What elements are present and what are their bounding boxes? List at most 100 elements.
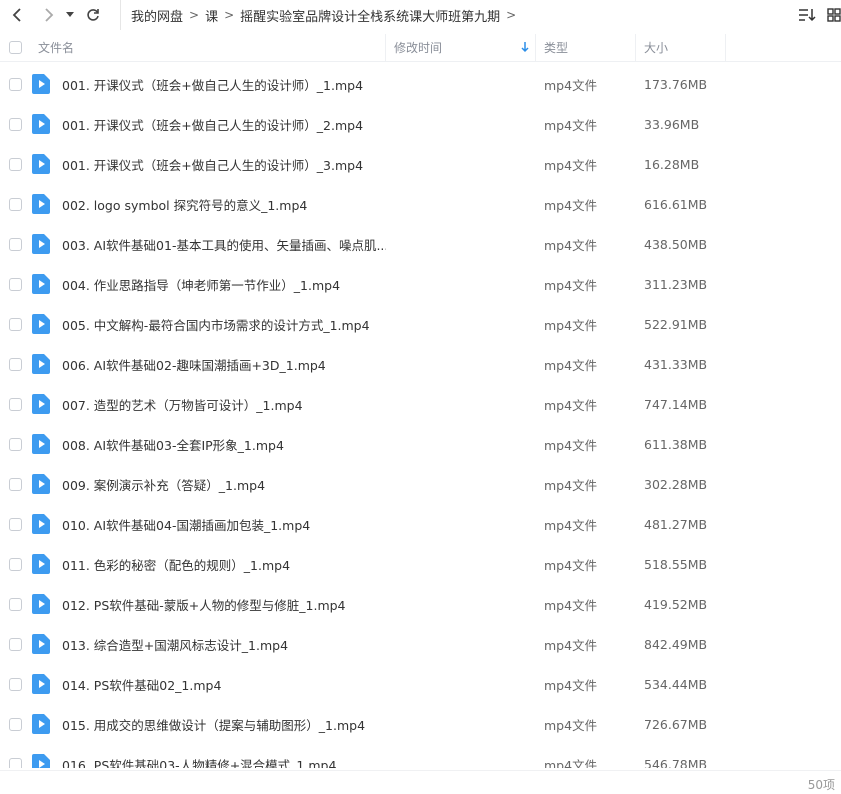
- file-row[interactable]: 005. 中文解构-最符合国内市场需求的设计方式_1.mp4 mp4文件 522.9…: [0, 304, 841, 344]
- back-button[interactable]: [4, 0, 30, 30]
- row-checkbox[interactable]: [8, 237, 22, 251]
- breadcrumb-separator[interactable]: >: [506, 8, 516, 22]
- row-checkbox-cell: [0, 557, 30, 571]
- row-checkbox[interactable]: [8, 757, 22, 768]
- file-row[interactable]: 001. 开课仪式（班会+做自己人生的设计师）_3.mp4 mp4文件 16.28M…: [0, 144, 841, 184]
- video-file-icon: [32, 354, 50, 374]
- breadcrumb: 我的网盘 > 课 > 摇醒实验室品牌设计全栈系统课大师班第九期 >: [120, 0, 522, 30]
- file-name[interactable]: 001. 开课仪式（班会+做自己人生的设计师）_3.mp4: [62, 155, 386, 174]
- row-checkbox[interactable]: [8, 277, 22, 291]
- row-checkbox[interactable]: [8, 437, 22, 451]
- file-row[interactable]: 015. 用成交的思维做设计（提案与辅助图形）_1.mp4 mp4文件 726.67…: [0, 704, 841, 744]
- breadcrumb-separator: >: [189, 8, 200, 22]
- file-name[interactable]: 014. PS软件基础02_1.mp4: [62, 675, 386, 694]
- row-checkbox[interactable]: [8, 597, 22, 611]
- column-modified[interactable]: 修改时间: [386, 33, 536, 62]
- file-row[interactable]: 014. PS软件基础02_1.mp4 mp4文件 534.44MB: [0, 664, 841, 704]
- file-type-cell: [30, 234, 62, 254]
- file-name[interactable]: 004. 作业思路指导（坤老师第一节作业）_1.mp4: [62, 275, 386, 294]
- row-checkbox[interactable]: [8, 677, 22, 691]
- breadcrumb-item-course[interactable]: 课: [205, 6, 218, 25]
- file-row[interactable]: 008. AI软件基础03-全套IP形象_1.mp4 mp4文件 611.38MB: [0, 424, 841, 464]
- column-type[interactable]: 类型: [536, 33, 636, 62]
- video-file-icon: [32, 194, 50, 214]
- file-type-cell: [30, 754, 62, 768]
- file-name[interactable]: 011. 色彩的秘密（配色的规则）_1.mp4: [62, 555, 386, 574]
- file-type-cell: [30, 594, 62, 614]
- forward-button[interactable]: [36, 0, 62, 30]
- file-size: 546.78MB: [644, 756, 708, 769]
- breadcrumb-separator: >: [224, 8, 235, 22]
- file-name[interactable]: 012. PS软件基础-蒙版+人物的修型与修脏_1.mp4: [62, 595, 386, 614]
- file-type: mp4文件: [544, 517, 598, 533]
- row-checkbox[interactable]: [8, 477, 22, 491]
- video-file-icon: [32, 634, 50, 654]
- row-checkbox[interactable]: [8, 717, 22, 731]
- file-name[interactable]: 001. 开课仪式（班会+做自己人生的设计师）_2.mp4: [62, 115, 386, 134]
- file-name[interactable]: 006. AI软件基础02-趣味国潮插画+3D_1.mp4: [62, 355, 386, 374]
- file-name[interactable]: 008. AI软件基础03-全套IP形象_1.mp4: [62, 435, 386, 454]
- file-size: 522.91MB: [644, 316, 708, 332]
- row-checkbox[interactable]: [8, 317, 22, 331]
- file-type: mp4文件: [544, 677, 598, 693]
- row-checkbox[interactable]: [8, 117, 22, 131]
- breadcrumb-item-current[interactable]: 摇醒实验室品牌设计全栈系统课大师班第九期: [240, 6, 500, 25]
- row-checkbox-cell: [0, 317, 30, 331]
- row-checkbox[interactable]: [8, 197, 22, 211]
- file-row[interactable]: 001. 开课仪式（班会+做自己人生的设计师）_1.mp4 mp4文件 173.76…: [0, 64, 841, 104]
- file-type-cell: [30, 674, 62, 694]
- file-type-cell: [30, 274, 62, 294]
- video-file-icon: [32, 74, 50, 94]
- file-type: mp4文件: [544, 77, 598, 93]
- file-row[interactable]: 010. AI软件基础04-国潮插画加包装_1.mp4 mp4文件 481.27MB: [0, 504, 841, 544]
- row-checkbox[interactable]: [8, 637, 22, 651]
- row-checkbox[interactable]: [8, 77, 22, 91]
- file-row[interactable]: 003. AI软件基础01-基本工具的使用、矢量插画、噪点肌... mp4文件 43…: [0, 224, 841, 264]
- file-row[interactable]: 012. PS软件基础-蒙版+人物的修型与修脏_1.mp4 mp4文件 419.52…: [0, 584, 841, 624]
- file-row[interactable]: 009. 案例演示补充（答疑）_1.mp4 mp4文件 302.28MB: [0, 464, 841, 504]
- file-name[interactable]: 007. 造型的艺术（万物皆可设计）_1.mp4: [62, 395, 386, 414]
- file-row[interactable]: 004. 作业思路指导（坤老师第一节作业）_1.mp4 mp4文件 311.23MB: [0, 264, 841, 304]
- column-modified-label: 修改时间: [394, 41, 443, 55]
- column-size[interactable]: 大小: [636, 33, 726, 62]
- history-dropdown-button[interactable]: [62, 0, 78, 30]
- row-checkbox[interactable]: [8, 517, 22, 531]
- row-checkbox[interactable]: [8, 357, 22, 371]
- caret-down-icon: [66, 12, 74, 17]
- file-name[interactable]: 002. logo symbol 探究符号的意义_1.mp4: [62, 195, 386, 214]
- sort-button[interactable]: [797, 0, 817, 30]
- row-checkbox[interactable]: [8, 557, 22, 571]
- file-size: 419.52MB: [644, 596, 708, 612]
- select-all-checkbox[interactable]: [8, 41, 22, 54]
- file-type: mp4文件: [544, 357, 598, 373]
- file-name[interactable]: 010. AI软件基础04-国潮插画加包装_1.mp4: [62, 515, 386, 534]
- file-row[interactable]: 006. AI软件基础02-趣味国潮插画+3D_1.mp4 mp4文件 431.33…: [0, 344, 841, 384]
- file-row[interactable]: 011. 色彩的秘密（配色的规则）_1.mp4 mp4文件 518.55MB: [0, 544, 841, 584]
- file-name[interactable]: 013. 综合造型+国潮风标志设计_1.mp4: [62, 635, 386, 654]
- file-name[interactable]: 016. PS软件基础03-人物精修+混合模式_1.mp4: [62, 755, 386, 769]
- view-mode-button[interactable]: [827, 0, 841, 30]
- file-row[interactable]: 013. 综合造型+国潮风标志设计_1.mp4 mp4文件 842.49MB: [0, 624, 841, 664]
- file-name[interactable]: 003. AI软件基础01-基本工具的使用、矢量插画、噪点肌...: [62, 235, 386, 254]
- file-type: mp4文件: [544, 477, 598, 493]
- file-name[interactable]: 001. 开课仪式（班会+做自己人生的设计师）_1.mp4: [62, 75, 386, 94]
- file-type-cell: [30, 194, 62, 214]
- chevron-right-icon: [45, 8, 54, 22]
- column-name[interactable]: 文件名: [30, 33, 386, 62]
- status-bar: 50项: [0, 770, 841, 794]
- file-type-cell: [30, 554, 62, 574]
- file-size: 173.76MB: [644, 76, 708, 92]
- row-checkbox[interactable]: [8, 397, 22, 411]
- file-row[interactable]: 007. 造型的艺术（万物皆可设计）_1.mp4 mp4文件 747.14MB: [0, 384, 841, 424]
- row-checkbox[interactable]: [8, 157, 22, 171]
- refresh-button[interactable]: [80, 0, 106, 30]
- file-row[interactable]: 002. logo symbol 探究符号的意义_1.mp4 mp4文件 616.6…: [0, 184, 841, 224]
- file-name[interactable]: 015. 用成交的思维做设计（提案与辅助图形）_1.mp4: [62, 715, 386, 734]
- file-name[interactable]: 005. 中文解构-最符合国内市场需求的设计方式_1.mp4: [62, 315, 386, 334]
- breadcrumb-item-root[interactable]: 我的网盘: [131, 6, 183, 25]
- file-name[interactable]: 009. 案例演示补充（答疑）_1.mp4: [62, 475, 386, 494]
- video-file-icon: [32, 154, 50, 174]
- file-row[interactable]: 001. 开课仪式（班会+做自己人生的设计师）_2.mp4 mp4文件 33.96M…: [0, 104, 841, 144]
- row-checkbox-cell: [0, 397, 30, 411]
- file-row[interactable]: 016. PS软件基础03-人物精修+混合模式_1.mp4 mp4文件 546.78…: [0, 744, 841, 768]
